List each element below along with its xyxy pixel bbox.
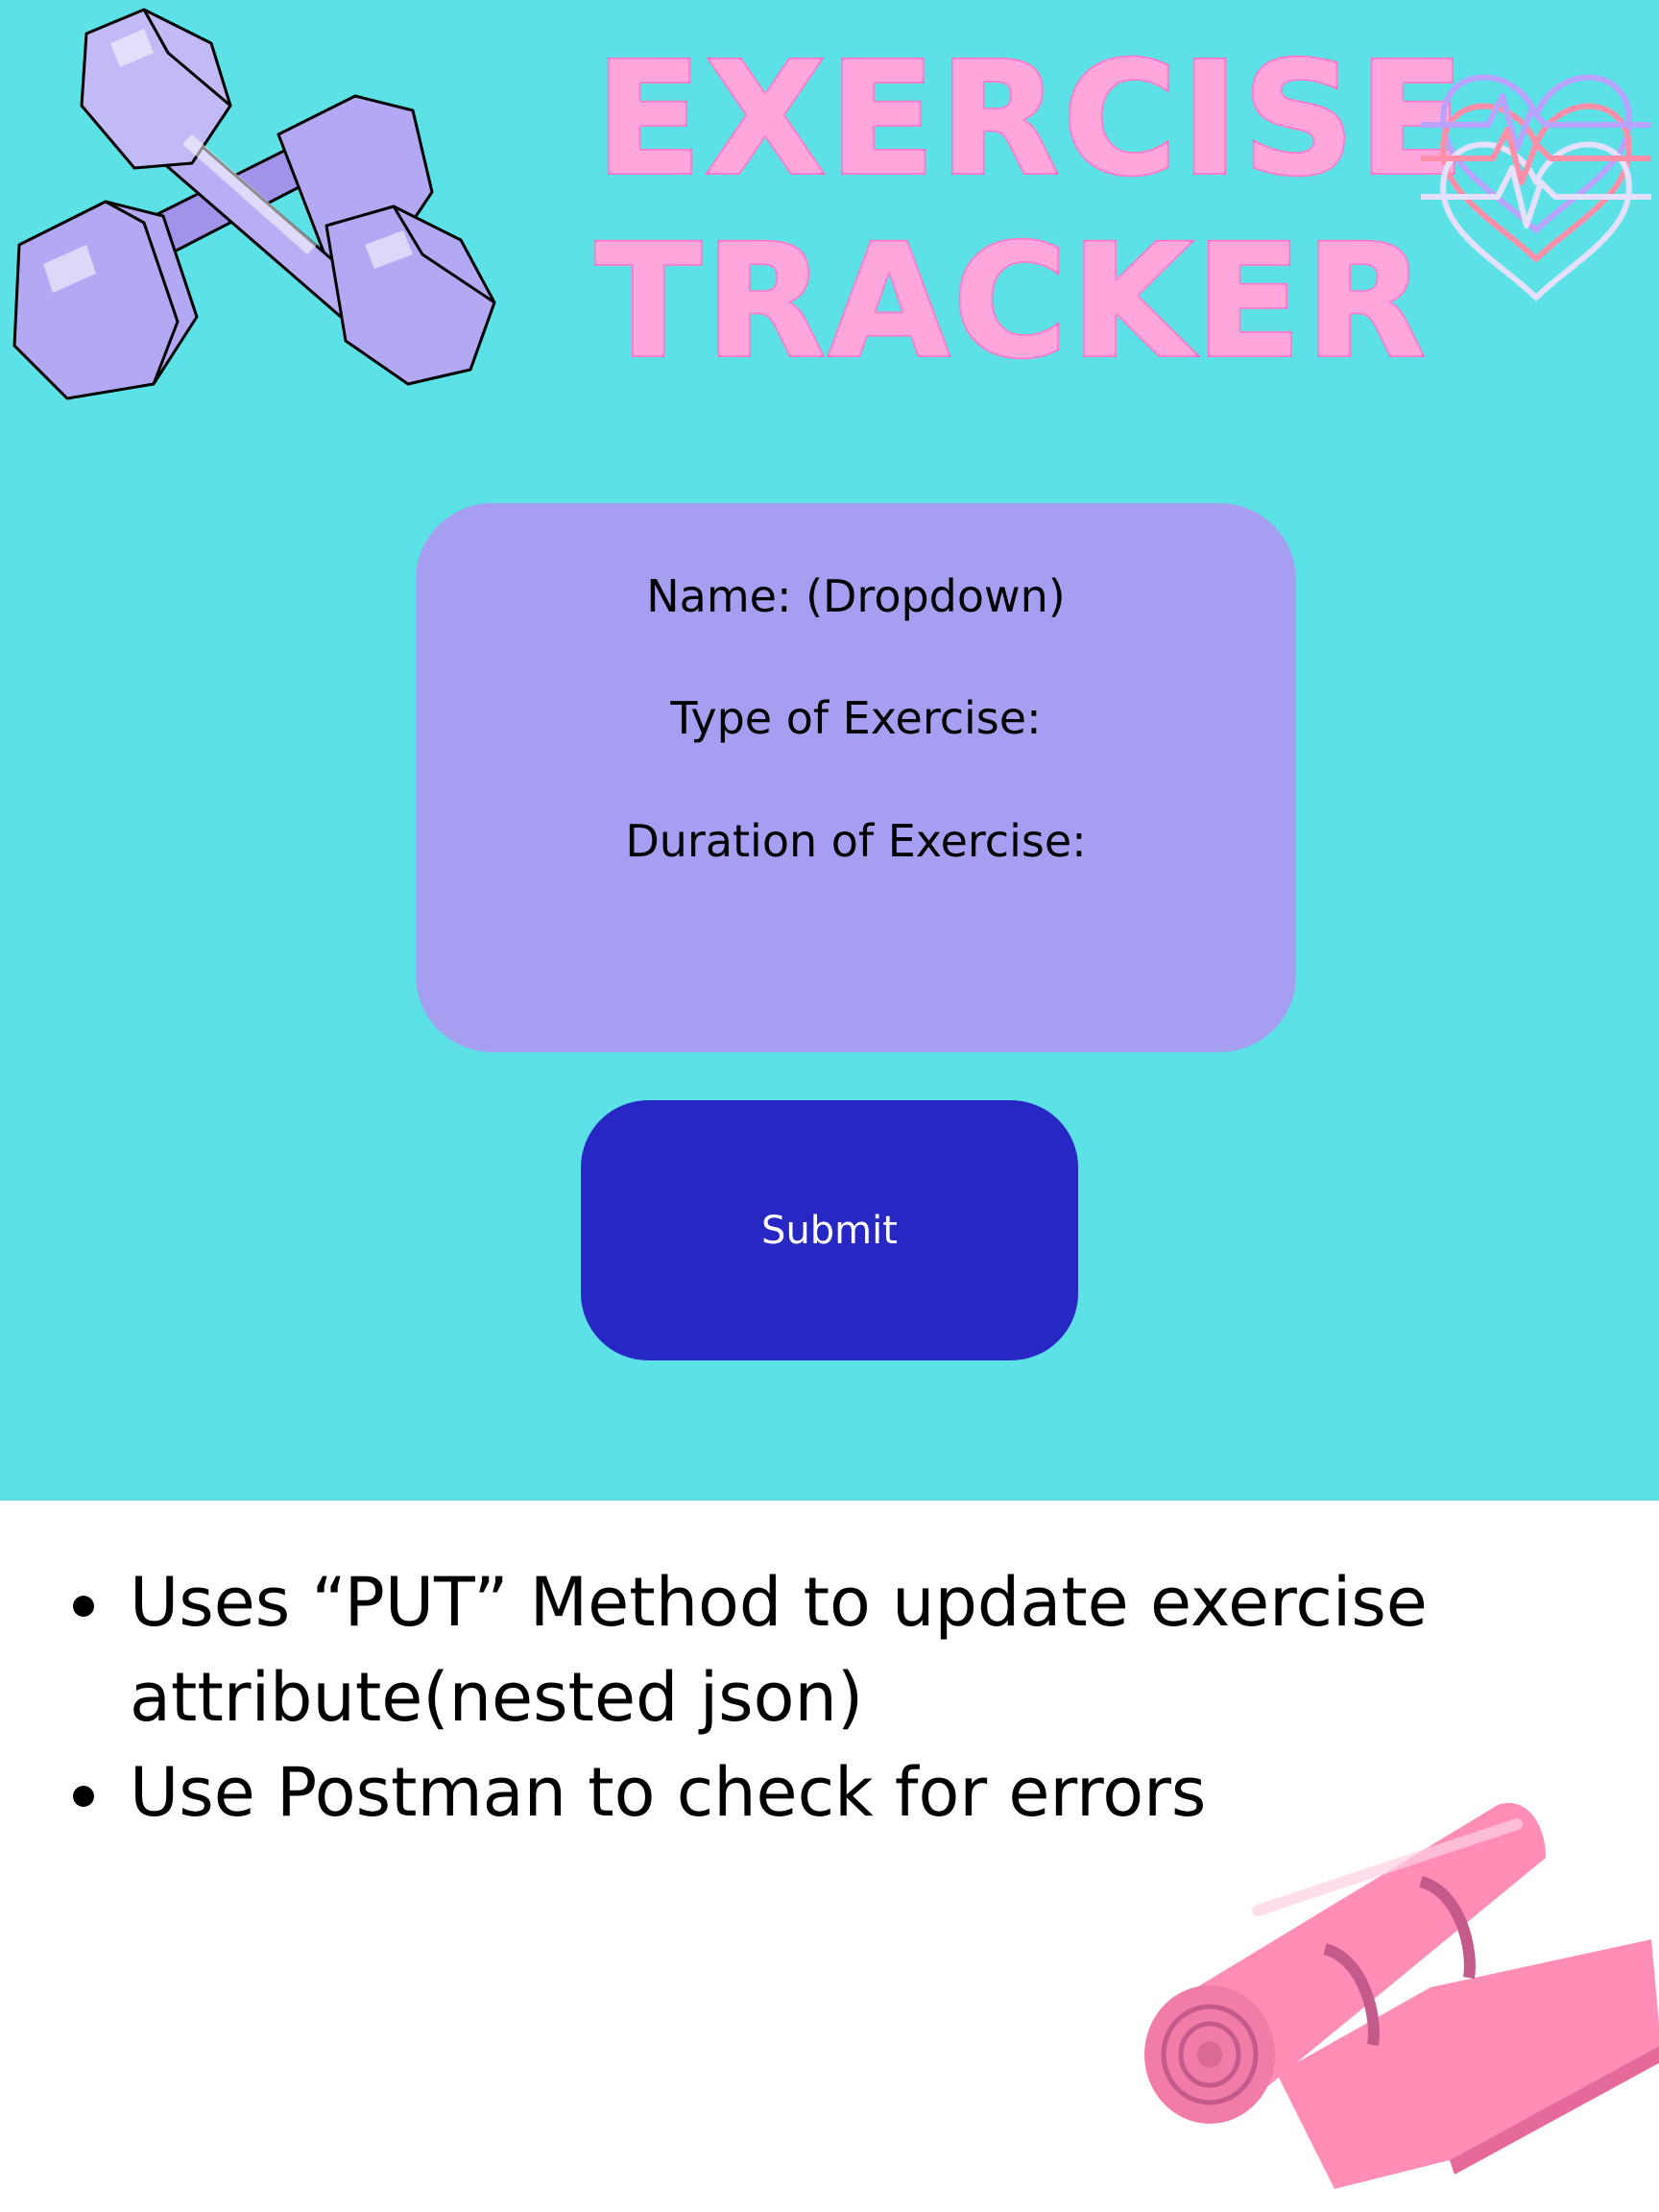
dumbbell-icon <box>12 8 496 400</box>
hero-section: EXERCISE TRACKER Name: (Dropdown) Type o… <box>0 0 1659 1501</box>
name-dropdown-label[interactable]: Name: (Dropdown) <box>416 570 1296 622</box>
title-line-tracker: TRACKER <box>593 210 1430 395</box>
submit-button[interactable]: Submit <box>581 1100 1078 1360</box>
exercise-duration-label: Duration of Exercise: <box>625 815 1087 867</box>
heartbeat-icon <box>1421 74 1651 301</box>
yoga-mat-icon <box>1144 1803 1659 2189</box>
list-item: Uses “PUT” Method to update exercise att… <box>67 1555 1507 1745</box>
note-text: Use Postman to check for errors <box>130 1753 1207 1832</box>
bullet-icon <box>73 1786 94 1807</box>
page-title: EXERCISE TRACKER <box>593 28 1469 395</box>
note-text: Uses “PUT” Method to update exercise att… <box>130 1563 1428 1737</box>
exercise-type-label: Type of Exercise: <box>670 692 1042 744</box>
exercise-form-card: Name: (Dropdown) Type of Exercise: Durat… <box>416 503 1296 1052</box>
bullet-icon <box>73 1596 94 1617</box>
title-line-exercise: EXERCISE <box>593 28 1469 212</box>
